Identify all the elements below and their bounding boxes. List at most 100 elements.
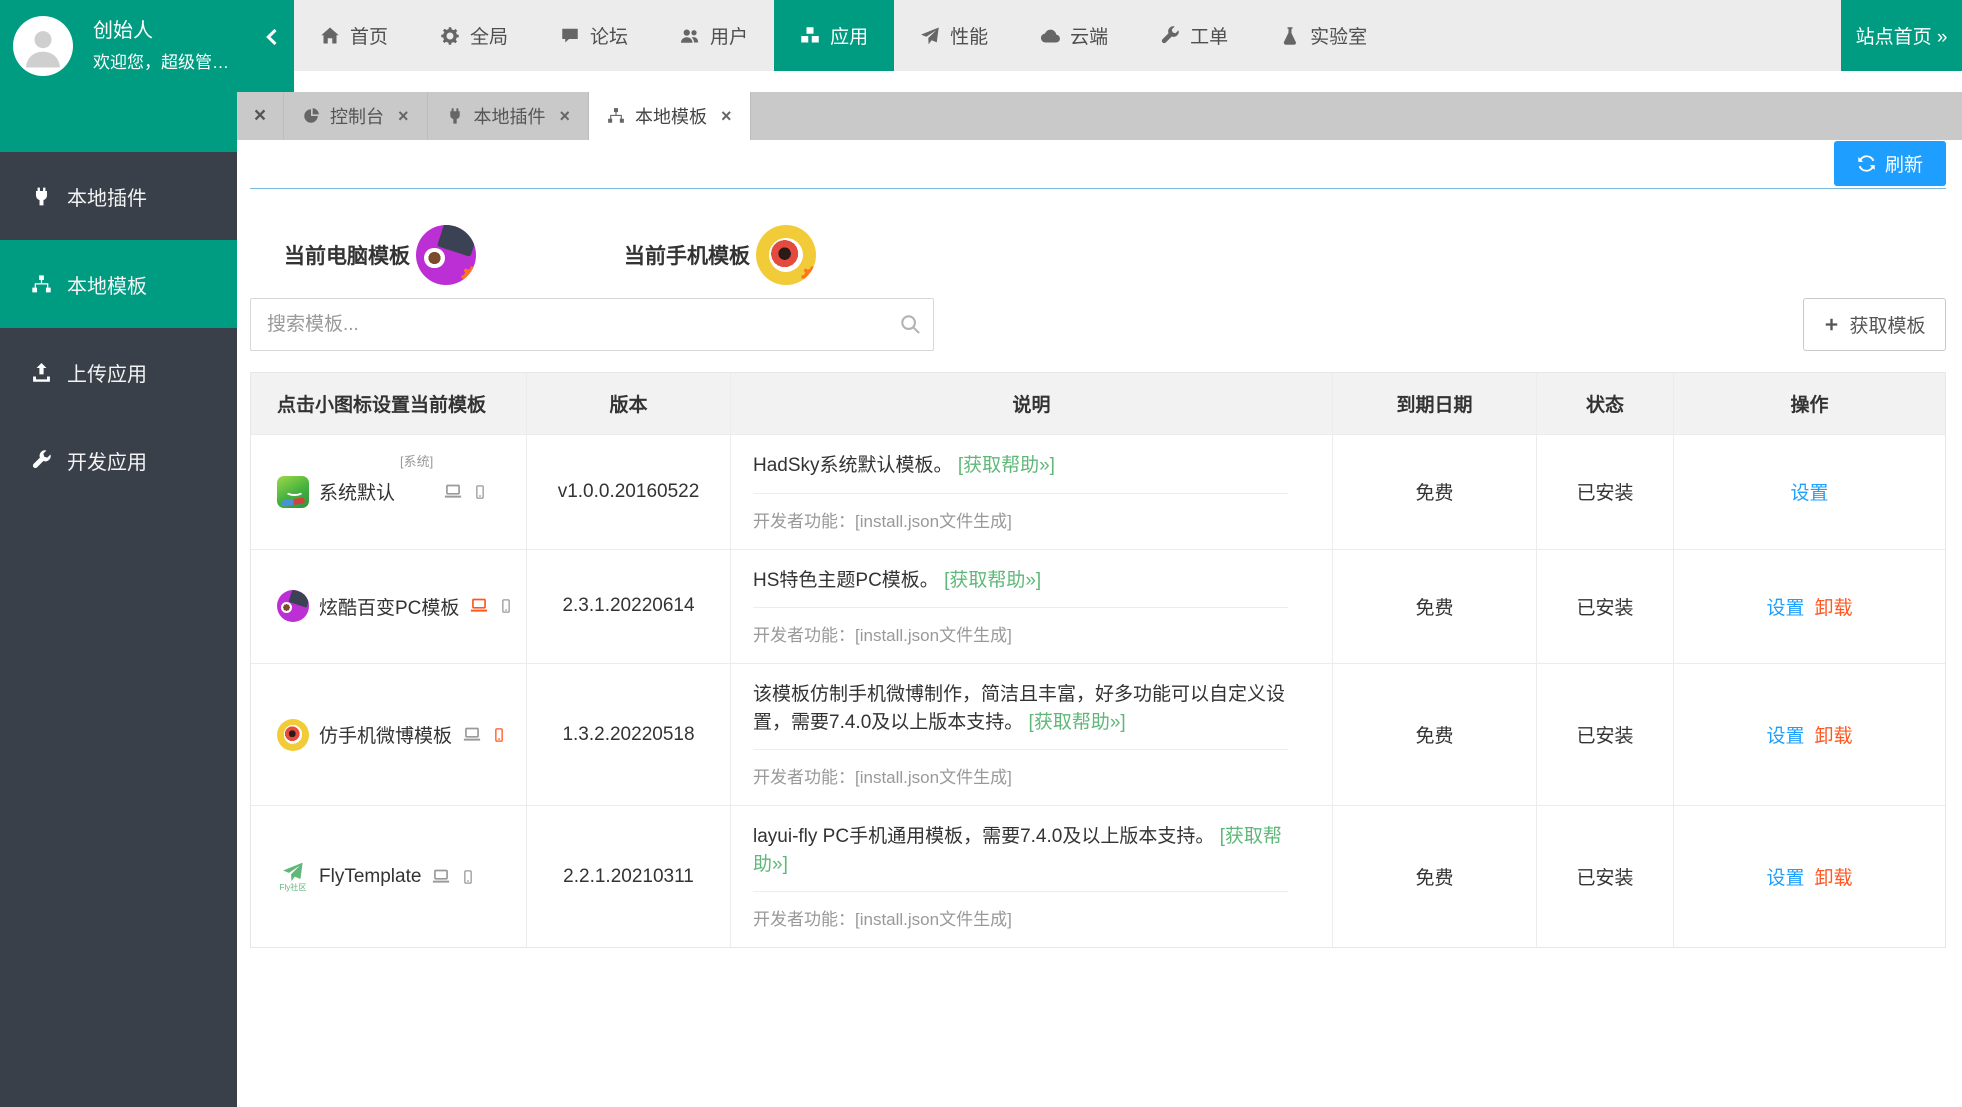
settings-link[interactable]: 设置 bbox=[1790, 478, 1828, 505]
template-version: 2.2.1.20210311 bbox=[526, 806, 730, 947]
refresh-button[interactable]: 刷新 bbox=[1834, 141, 1946, 186]
cogs-icon bbox=[440, 26, 460, 46]
nav-label: 用户 bbox=[710, 22, 748, 49]
template-version: 2.3.1.20220614 bbox=[526, 550, 730, 664]
install-status: 已安装 bbox=[1536, 806, 1673, 947]
plus-icon bbox=[1823, 316, 1840, 333]
close-icon[interactable]: × bbox=[721, 106, 732, 127]
avatar bbox=[13, 16, 73, 76]
sidebar-item-label: 开发应用 bbox=[67, 446, 147, 475]
uninstall-link[interactable]: 卸载 bbox=[1815, 593, 1853, 620]
nav-item-forum[interactable]: 论坛 bbox=[534, 0, 654, 71]
description-divider bbox=[753, 891, 1288, 892]
sidebar-item-label: 本地插件 bbox=[67, 182, 147, 211]
set-pc-template-icon[interactable] bbox=[431, 868, 451, 886]
set-pc-template-icon[interactable] bbox=[462, 726, 482, 744]
set-mobile-template-icon[interactable] bbox=[492, 725, 506, 745]
close-all-tabs-button[interactable]: × bbox=[237, 92, 283, 140]
current-pc-template-icon[interactable] bbox=[416, 225, 476, 285]
header-divider bbox=[294, 71, 1962, 92]
nav-label: 云端 bbox=[1070, 22, 1108, 49]
table-row: 仿手机微博模板 1.3.2.20220518 该模板仿制手机微博制作，简洁且丰富… bbox=[251, 663, 1945, 805]
set-pc-template-icon[interactable] bbox=[443, 483, 463, 501]
users-icon bbox=[680, 26, 700, 46]
nav-item-users[interactable]: 用户 bbox=[654, 0, 774, 71]
template-version: 1.3.2.20220518 bbox=[526, 664, 730, 805]
nav-label: 论坛 bbox=[590, 22, 628, 49]
template-app-icon[interactable] bbox=[277, 476, 309, 508]
get-template-label: 获取模板 bbox=[1849, 311, 1925, 338]
set-mobile-template-icon[interactable] bbox=[461, 867, 475, 887]
column-header: 操作 bbox=[1673, 373, 1945, 434]
set-pc-template-icon[interactable] bbox=[469, 597, 489, 615]
tab-local-templates[interactable]: 本地模板 × bbox=[588, 92, 751, 140]
nav-item-lab[interactable]: 实验室 bbox=[1254, 0, 1393, 71]
sidebar-item-local-plugins[interactable]: 本地插件 bbox=[0, 152, 237, 240]
nav-label: 首页 bbox=[350, 22, 388, 49]
home-icon bbox=[320, 26, 340, 46]
template-name: FlyTemplate bbox=[319, 866, 421, 888]
description-divider bbox=[753, 493, 1288, 494]
nav-item-performance[interactable]: 性能 bbox=[894, 0, 1014, 71]
template-app-icon[interactable] bbox=[277, 719, 309, 751]
user-panel: 创始人 欢迎您，超级管… bbox=[0, 0, 294, 92]
collapse-sidebar-button[interactable] bbox=[262, 26, 282, 48]
install-status: 已安装 bbox=[1536, 664, 1673, 805]
nav-label: 实验室 bbox=[1310, 22, 1367, 49]
get-help-link[interactable]: [获取帮助»] bbox=[944, 570, 1041, 591]
table-header-row: 点击小图标设置当前模板 版本 说明 到期日期 状态 操作 bbox=[251, 373, 1945, 434]
welcome-text: 欢迎您，超级管… bbox=[93, 54, 229, 71]
template-tag: [系统] bbox=[400, 451, 433, 470]
tab-console[interactable]: 控制台 × bbox=[283, 92, 427, 140]
comment-icon bbox=[560, 26, 580, 46]
sitemap-icon bbox=[31, 274, 52, 295]
template-app-icon[interactable]: Fly社区 bbox=[277, 861, 309, 893]
chevron-left-icon bbox=[268, 30, 275, 44]
column-header: 点击小图标设置当前模板 bbox=[251, 373, 526, 434]
get-help-link[interactable]: [获取帮助»] bbox=[1029, 712, 1126, 733]
sidebar-item-upload-app[interactable]: 上传应用 bbox=[0, 328, 237, 416]
developer-note: 开发者功能：[install.json文件生成] bbox=[753, 905, 1310, 930]
expire-date: 免费 bbox=[1332, 806, 1536, 947]
current-mobile-template-icon[interactable] bbox=[756, 225, 816, 285]
settings-link[interactable]: 设置 bbox=[1766, 863, 1804, 890]
set-mobile-template-icon[interactable] bbox=[473, 482, 487, 502]
tab-label: 控制台 bbox=[330, 103, 384, 129]
set-mobile-template-icon[interactable] bbox=[499, 596, 513, 616]
settings-link[interactable]: 设置 bbox=[1766, 721, 1804, 748]
settings-link[interactable]: 设置 bbox=[1766, 593, 1804, 620]
gear-badge-icon[interactable] bbox=[460, 265, 476, 285]
templates-table: 点击小图标设置当前模板 版本 说明 到期日期 状态 操作 系统默认 [系统] v… bbox=[250, 372, 1946, 948]
close-icon[interactable]: × bbox=[398, 106, 409, 127]
close-icon[interactable]: × bbox=[560, 106, 571, 127]
current-pc-template-label: 当前电脑模板 bbox=[284, 240, 410, 270]
nav-item-tickets[interactable]: 工单 bbox=[1134, 0, 1254, 71]
nav-label: 全局 bbox=[470, 22, 508, 49]
sidebar-item-local-templates[interactable]: 本地模板 bbox=[0, 240, 237, 328]
tab-bar: × 控制台 × 本地插件 × 本地模板 × bbox=[237, 92, 1962, 140]
site-home-button[interactable]: 站点首页 » bbox=[1841, 0, 1962, 71]
sidebar-item-develop-app[interactable]: 开发应用 bbox=[0, 416, 237, 504]
template-description: 该模板仿制手机微博制作，简洁且丰富，好多功能可以自定义设置，需要7.4.0及以上… bbox=[753, 684, 1285, 733]
tab-local-plugins[interactable]: 本地插件 × bbox=[427, 92, 589, 140]
nav-item-apps[interactable]: 应用 bbox=[774, 0, 894, 71]
get-template-button[interactable]: 获取模板 bbox=[1803, 298, 1946, 351]
refresh-icon bbox=[1857, 154, 1876, 173]
sidebar: 本地插件 本地模板 上传应用 开发应用 bbox=[0, 92, 237, 1107]
template-app-icon[interactable] bbox=[277, 590, 309, 622]
search-input[interactable] bbox=[250, 298, 934, 351]
search-icon[interactable] bbox=[899, 313, 921, 335]
uninstall-link[interactable]: 卸载 bbox=[1815, 863, 1853, 890]
nav-item-global[interactable]: 全局 bbox=[414, 0, 534, 71]
get-help-link[interactable]: [获取帮助»] bbox=[958, 455, 1055, 476]
uninstall-link[interactable]: 卸载 bbox=[1815, 721, 1853, 748]
template-description: HadSky系统默认模板。 bbox=[753, 455, 953, 476]
nav-item-cloud[interactable]: 云端 bbox=[1014, 0, 1134, 71]
paper-plane-icon bbox=[282, 861, 304, 883]
nav-item-home[interactable]: 首页 bbox=[294, 0, 414, 71]
expire-date: 免费 bbox=[1332, 550, 1536, 664]
user-name: 创始人 bbox=[93, 21, 229, 41]
install-status: 已安装 bbox=[1536, 550, 1673, 664]
table-row: Fly社区 FlyTemplate 2.2.1.20210311 layui-f… bbox=[251, 805, 1945, 947]
gear-badge-icon[interactable] bbox=[800, 265, 816, 285]
